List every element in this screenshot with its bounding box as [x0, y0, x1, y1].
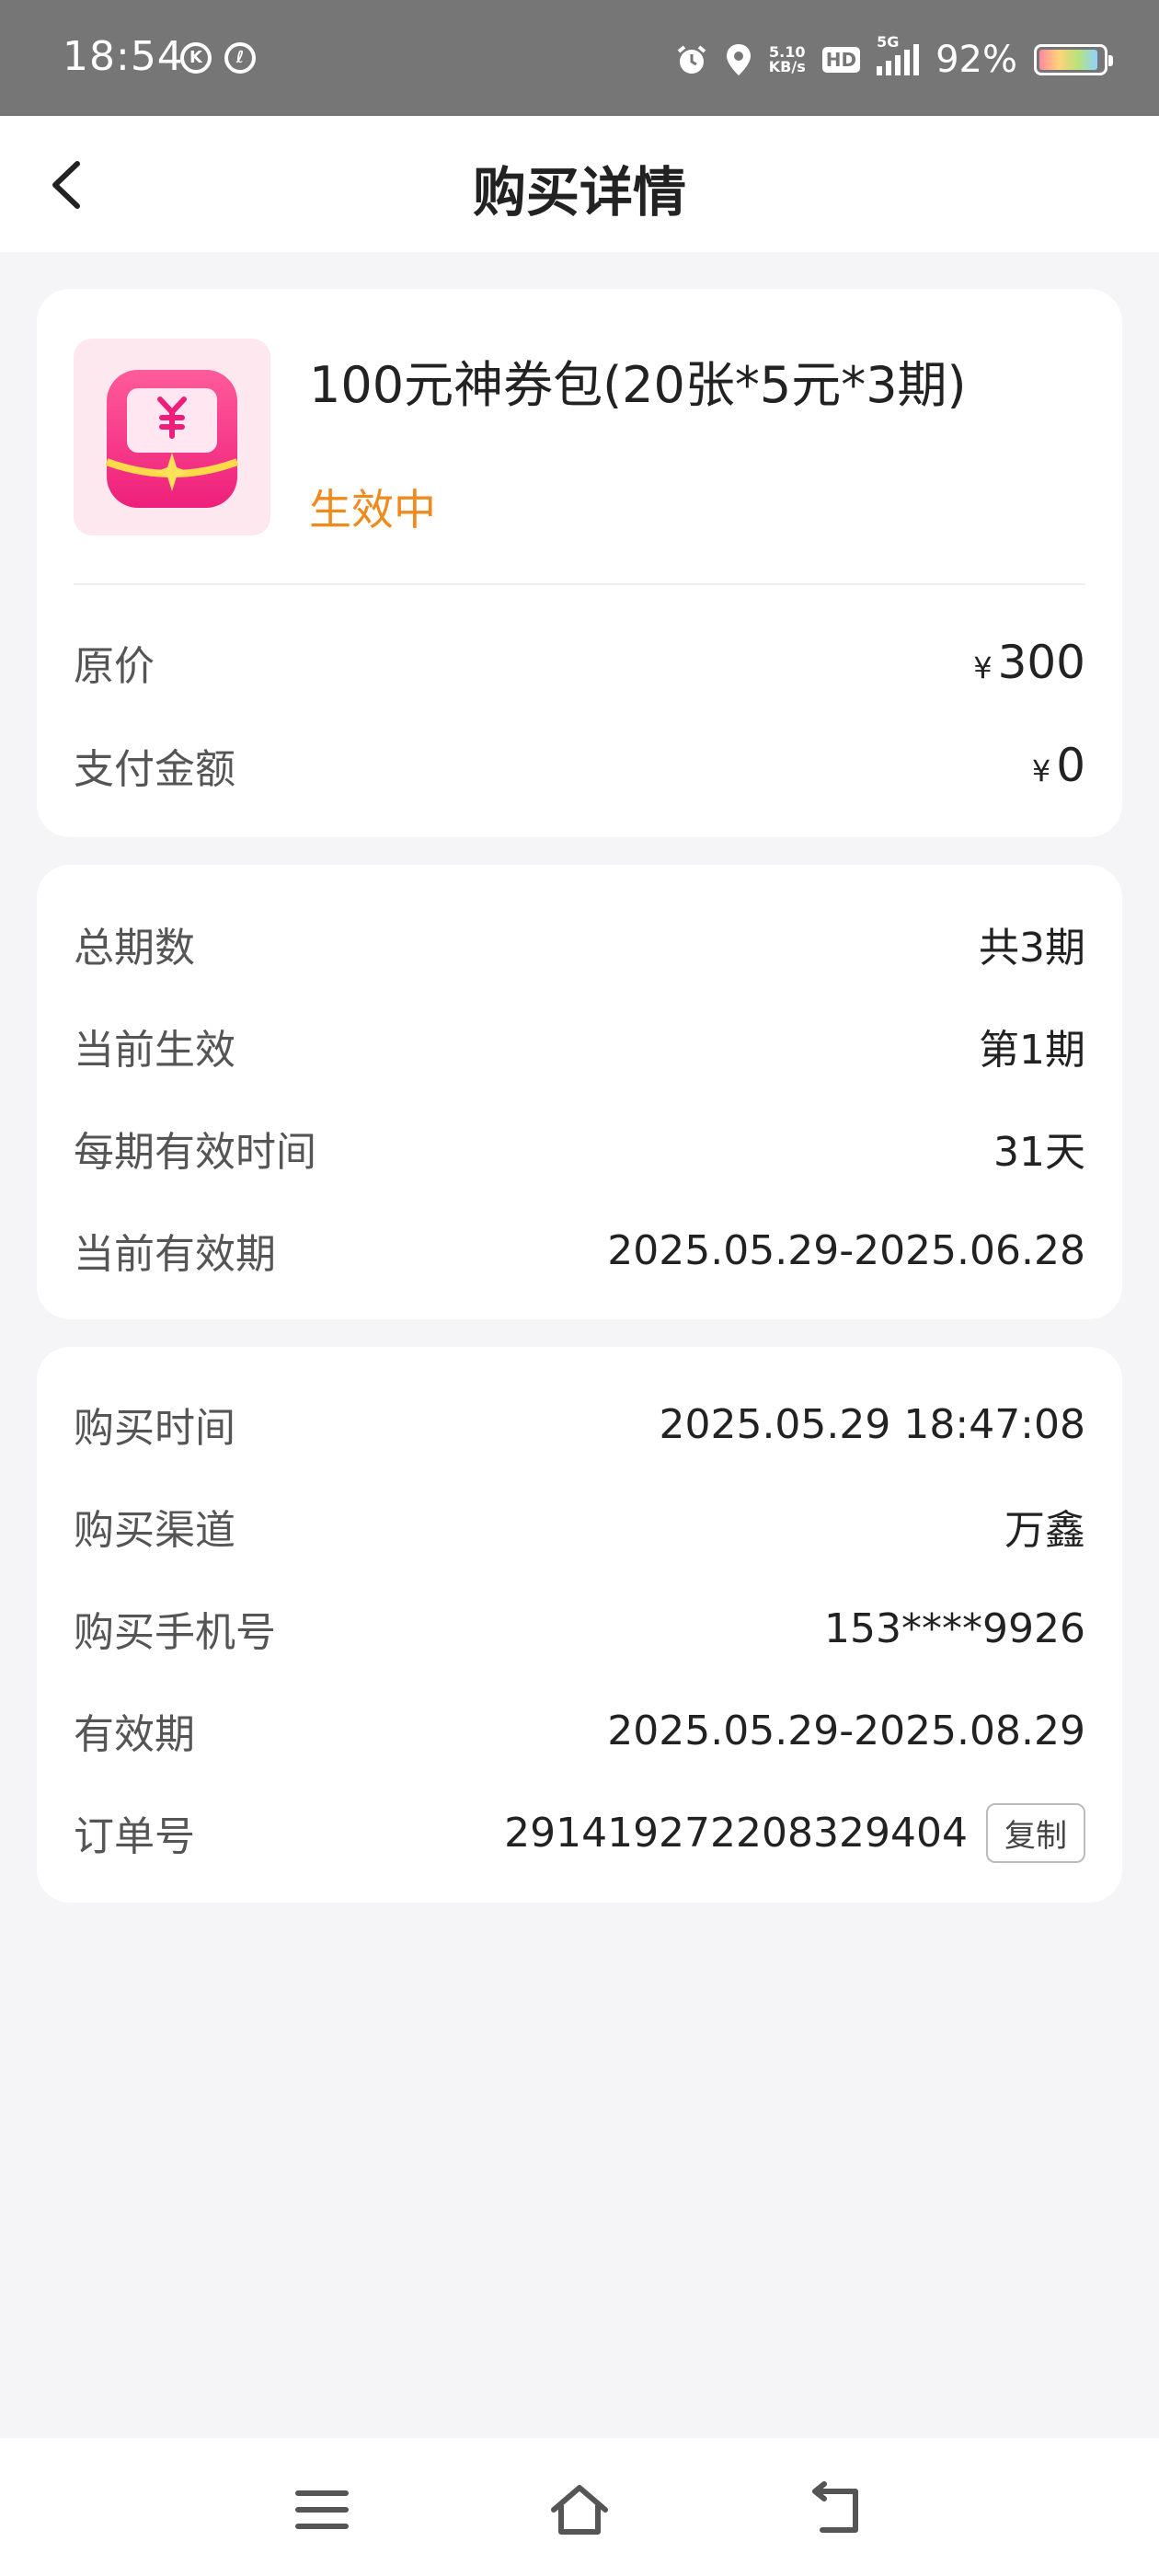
network-speed: 5.10 KB/s — [768, 43, 806, 75]
home-icon[interactable] — [550, 2480, 609, 2539]
copy-button[interactable]: 复制 — [986, 1802, 1085, 1863]
current-validity-label: 当前有效期 — [74, 1231, 276, 1278]
validity-row: 有效期 2025.05.29-2025.08.29 — [74, 1694, 1085, 1767]
total-periods-row: 总期数 共3期 — [74, 907, 1085, 981]
status-bar: 18:54 K ℓ 5.10 KB/s HD 5G 92% — [0, 0, 1159, 116]
purchase-channel-row: 购买渠道 万鑫 — [74, 1489, 1085, 1563]
order-number-value: 291419272208329404 — [504, 1809, 968, 1857]
purchase-phone-label: 购买手机号 — [74, 1609, 276, 1656]
hd-badge: HD — [821, 47, 861, 73]
current-validity-value: 2025.05.29-2025.06.28 — [607, 1226, 1085, 1274]
order-number-label: 订单号 — [74, 1813, 195, 1860]
navigation-bar — [0, 2438, 1159, 2576]
back-icon[interactable] — [808, 2480, 866, 2539]
current-period-label: 当前生效 — [74, 1027, 235, 1074]
divider — [74, 583, 1085, 585]
current-period-value: 第1期 — [979, 1027, 1085, 1074]
purchase-channel-value: 万鑫 — [1004, 1507, 1085, 1554]
title-bar: 购买详情 — [0, 116, 1159, 252]
per-period-row: 每期有效时间 31天 — [74, 1111, 1085, 1185]
notification-l-icon: ℓ — [224, 42, 256, 74]
status-time: 18:54 — [63, 33, 184, 80]
current-validity-row: 当前有效期 2025.05.29-2025.06.28 — [74, 1213, 1085, 1287]
currency-symbol: ¥ — [973, 650, 993, 685]
status-right-icons: 5.10 KB/s HD 5G 92% — [675, 33, 1113, 83]
purchase-phone-row: 购买手机号 153****9926 — [74, 1592, 1085, 1665]
order-card: 购买时间 2025.05.29 18:47:08 购买渠道 万鑫 购买手机号 1… — [37, 1347, 1122, 1903]
purchase-phone-value: 153****9926 — [824, 1604, 1085, 1652]
network-type: 5G — [877, 33, 900, 51]
battery-percent: 92% — [935, 39, 1017, 81]
product-card: 100元神券包(20张*5元*3期) 生效中 原价 ¥300 支付金额 ¥0 — [37, 289, 1122, 837]
order-number-row: 订单号 291419272208329404 复制 — [74, 1796, 1085, 1869]
status-left-icons: K ℓ — [180, 42, 256, 74]
validity-label: 有效期 — [74, 1711, 195, 1758]
original-price-row: 原价 ¥300 — [74, 626, 1085, 699]
battery-level — [1039, 50, 1097, 70]
page-title: 购买详情 — [472, 161, 686, 224]
alarm-icon — [677, 45, 706, 74]
notification-k-icon: K — [180, 42, 212, 74]
total-periods-value: 共3期 — [979, 925, 1085, 972]
original-price-value: ¥300 — [973, 636, 1085, 689]
paid-amount-row: 支付金额 ¥0 — [74, 729, 1085, 802]
per-period-label: 每期有效时间 — [74, 1129, 316, 1176]
product-name: 100元神券包(20张*5元*3期) — [309, 356, 967, 414]
purchase-channel-label: 购买渠道 — [74, 1507, 235, 1554]
menu-icon[interactable] — [293, 2480, 351, 2539]
status-badge: 生效中 — [309, 485, 436, 535]
original-price-label: 原价 — [74, 643, 155, 690]
paid-amount-label: 支付金额 — [74, 746, 235, 793]
coupon-wallet-icon — [74, 339, 270, 535]
purchase-time-label: 购买时间 — [74, 1405, 235, 1452]
purchase-time-row: 购买时间 2025.05.29 18:47:08 — [74, 1387, 1085, 1461]
period-card: 总期数 共3期 当前生效 第1期 每期有效时间 31天 当前有效期 2025.0… — [37, 865, 1122, 1319]
battery-icon — [1034, 44, 1113, 75]
order-number-wrap: 291419272208329404 复制 — [504, 1802, 1085, 1863]
purchase-time-value: 2025.05.29 18:47:08 — [659, 1400, 1085, 1448]
signal-icon: 5G — [877, 33, 920, 75]
per-period-value: 31天 — [993, 1129, 1085, 1176]
location-icon — [726, 44, 751, 75]
validity-value: 2025.05.29-2025.08.29 — [607, 1707, 1085, 1754]
current-period-row: 当前生效 第1期 — [74, 1009, 1085, 1083]
total-periods-label: 总期数 — [74, 925, 195, 972]
currency-symbol: ¥ — [1031, 753, 1051, 788]
paid-amount-value: ¥0 — [1031, 739, 1085, 792]
